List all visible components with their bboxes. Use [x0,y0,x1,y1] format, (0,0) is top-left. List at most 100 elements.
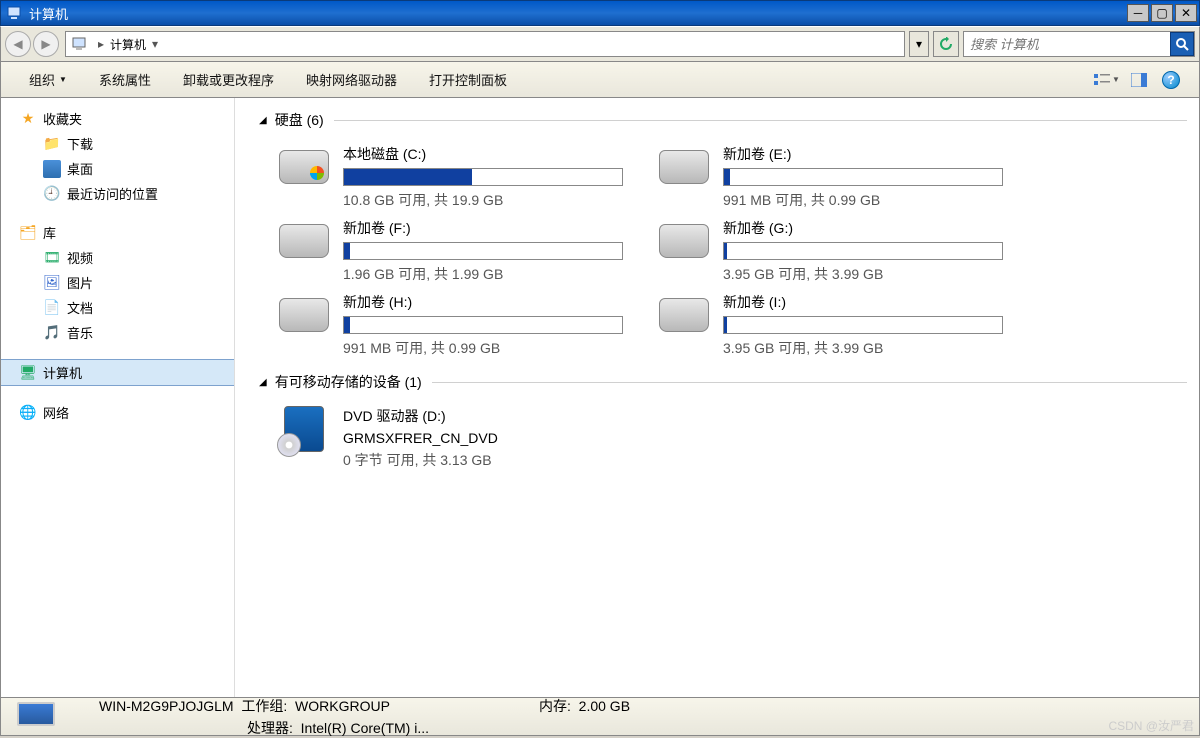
open-control-panel-button[interactable]: 打开控制面板 [413,62,523,97]
drive-name: 本地磁盘 (C:) [343,144,643,164]
documents-library[interactable]: 📄文档 [1,295,234,320]
back-button[interactable]: ◀ [5,31,31,57]
drive-item[interactable]: 新加卷 (F:) 1.96 GB 可用, 共 1.99 GB [269,214,649,288]
status-workgroup-label: 工作组: [241,698,287,714]
preview-pane-button[interactable] [1125,68,1153,92]
dvd-drive-item[interactable]: DVD 驱动器 (D:) GRMSXFRER_CN_DVD 0 字节 可用, 共 3… [269,402,649,474]
drive-name: 新加卷 (E:) [723,144,1023,164]
collapse-icon: ◢ [259,115,267,126]
details-pane: WIN-M2G9PJOJGLM 工作组: WORKGROUP 内存: 2.00 … [0,698,1200,736]
hdd-icon [655,292,713,338]
favorites-group[interactable]: ★收藏夹 [1,106,234,131]
address-bar[interactable]: ▸ 计算机 ▾ [65,31,905,57]
breadcrumb-current[interactable]: 计算机 [110,36,146,53]
usage-bar [343,242,623,260]
music-library[interactable]: 🎵音乐 [1,320,234,345]
downloads-link[interactable]: 📁下载 [1,131,234,156]
breadcrumb-drop-icon[interactable]: ▾ [146,37,164,51]
status-memory-label: 内存: [539,698,571,714]
search-box[interactable] [963,31,1195,57]
drive-name: 新加卷 (F:) [343,218,643,238]
breadcrumb-sep: ▸ [92,37,110,51]
status-workgroup: WORKGROUP [295,698,390,714]
drive-stat: 10.8 GB 可用, 共 19.9 GB [343,190,643,210]
hdd-icon [655,218,713,264]
dvd-icon [275,406,333,452]
computer-icon [72,36,88,52]
desktop-link[interactable]: 桌面 [1,156,234,181]
forward-button[interactable]: ▶ [33,31,59,57]
uninstall-programs-button[interactable]: 卸载或更改程序 [167,62,290,97]
navigation-pane: ★收藏夹 📁下载 桌面 🕘最近访问的位置 🗂库 🎞视频 🖼图片 📄文档 🎵音乐 … [1,98,235,697]
picture-icon: 🖼 [43,274,61,292]
search-input[interactable] [964,37,1170,52]
removable-section-header[interactable]: ◢ 有可移动存储的设备 (1) [259,372,1187,392]
system-properties-button[interactable]: 系统属性 [83,62,167,97]
window-titlebar: 计算机 ─ ▢ ✕ [0,0,1200,26]
drive-item[interactable]: 本地磁盘 (C:) 10.8 GB 可用, 共 19.9 GB [269,140,649,214]
computer-node[interactable]: 🖥计算机 [1,359,234,386]
star-icon: ★ [19,110,37,128]
drive-stat: 1.96 GB 可用, 共 1.99 GB [343,264,643,284]
videos-library[interactable]: 🎞视频 [1,245,234,270]
close-button[interactable]: ✕ [1175,4,1197,22]
document-icon: 📄 [43,299,61,317]
usage-bar [723,242,1003,260]
status-memory: 2.00 GB [579,698,630,714]
drive-name: 新加卷 (G:) [723,218,1023,238]
minimize-button[interactable]: ─ [1127,4,1149,22]
music-icon: 🎵 [43,324,61,342]
watermark: CSDN @汝严君 [1108,717,1194,734]
recent-places-link[interactable]: 🕘最近访问的位置 [1,181,234,206]
hdd-icon [655,144,713,190]
maximize-button[interactable]: ▢ [1151,4,1173,22]
status-hostname: WIN-M2G9PJOJGLM [99,698,234,714]
view-options-button[interactable]: ▼ [1093,68,1121,92]
video-icon: 🎞 [43,249,61,267]
network-icon: 🌐 [19,404,37,422]
drive-item[interactable]: 新加卷 (H:) 991 MB 可用, 共 0.99 GB [269,288,649,362]
recent-icon: 🕘 [43,185,61,203]
drive-name: 新加卷 (H:) [343,292,643,312]
refresh-button[interactable] [933,31,959,57]
content-pane: ◢ 硬盘 (6) 本地磁盘 (C:) 10.8 GB 可用, 共 19.9 GB 新… [235,98,1199,697]
libraries-group[interactable]: 🗂库 [1,220,234,245]
hdd-icon [275,292,333,338]
collapse-icon: ◢ [259,377,267,388]
search-button[interactable] [1170,32,1194,56]
drive-label: GRMSXFRER_CN_DVD [343,430,643,446]
drive-item[interactable]: 新加卷 (I:) 3.95 GB 可用, 共 3.99 GB [649,288,1029,362]
drive-name: 新加卷 (I:) [723,292,1023,312]
desktop-icon [43,160,61,178]
window-title: 计算机 [29,4,1127,23]
network-node[interactable]: 🌐网络 [1,400,234,425]
library-icon: 🗂 [19,224,37,242]
computer-icon [7,5,23,21]
drive-name: DVD 驱动器 (D:) [343,406,643,426]
explorer-toolbar: 组织▼ 系统属性 卸载或更改程序 映射网络驱动器 打开控制面板 ▼ ? [0,62,1200,98]
computer-large-icon [9,700,69,734]
computer-icon: 🖥 [19,364,37,382]
usage-bar [343,168,623,186]
address-history-drop[interactable]: ▾ [909,31,929,57]
navigation-bar: ◀ ▶ ▸ 计算机 ▾ ▾ [0,26,1200,62]
download-icon: 📁 [43,135,61,153]
hdd-icon [275,218,333,264]
usage-bar [723,168,1003,186]
drive-stat: 3.95 GB 可用, 共 3.99 GB [723,264,1023,284]
drive-item[interactable]: 新加卷 (G:) 3.95 GB 可用, 共 3.99 GB [649,214,1029,288]
pictures-library[interactable]: 🖼图片 [1,270,234,295]
usage-bar [723,316,1003,334]
drive-stat: 991 MB 可用, 共 0.99 GB [343,338,643,358]
hdd-icon [275,144,333,190]
hdd-section-header[interactable]: ◢ 硬盘 (6) [259,110,1187,130]
drive-stat: 0 字节 可用, 共 3.13 GB [343,450,643,470]
help-button[interactable]: ? [1157,68,1185,92]
map-network-drive-button[interactable]: 映射网络驱动器 [290,62,413,97]
drive-item[interactable]: 新加卷 (E:) 991 MB 可用, 共 0.99 GB [649,140,1029,214]
status-cpu: Intel(R) Core(TM) i... [301,720,429,736]
drive-stat: 991 MB 可用, 共 0.99 GB [723,190,1023,210]
drive-stat: 3.95 GB 可用, 共 3.99 GB [723,338,1023,358]
status-cpu-label: 处理器: [247,720,293,736]
organize-menu[interactable]: 组织▼ [13,62,83,97]
